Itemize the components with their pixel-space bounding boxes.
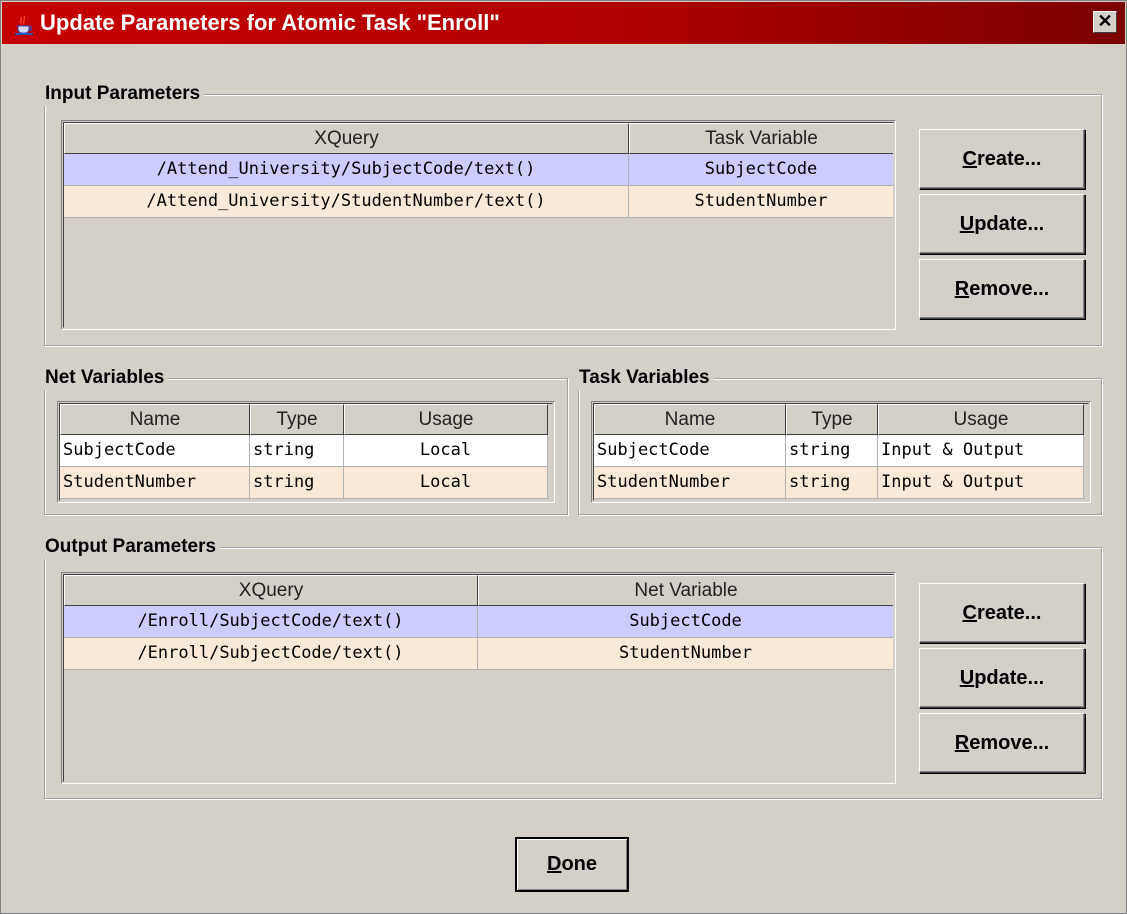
input-create-button[interactable]: Create... [919, 129, 1085, 189]
dialog-window: Update Parameters for Atomic Task "Enrol… [0, 0, 1127, 914]
table-cell[interactable]: StudentNumber [60, 467, 250, 499]
title-bar[interactable]: Update Parameters for Atomic Task "Enrol… [2, 2, 1125, 44]
input-parameters-table[interactable]: XQuery Task Variable /Attend_University/… [61, 120, 896, 330]
table-cell[interactable]: Local [344, 467, 548, 499]
column-header-xquery[interactable]: XQuery [64, 575, 478, 606]
table-cell[interactable]: SubjectCode [594, 435, 786, 467]
table-cell[interactable]: Input & Output [878, 435, 1084, 467]
table-cell[interactable]: StudentNumber [629, 186, 893, 218]
done-button[interactable]: Done [515, 837, 629, 892]
input-parameters-title: Input Parameters [43, 82, 205, 106]
table-cell[interactable]: StudentNumber [478, 638, 893, 670]
task-variables-title: Task Variables [577, 366, 714, 390]
table-cell[interactable]: SubjectCode [629, 154, 893, 186]
table-cell[interactable]: string [250, 467, 344, 499]
column-header-type[interactable]: Type [250, 404, 344, 435]
input-parameters-group: Input Parameters XQuery Task Variable /A… [43, 82, 1102, 346]
column-header-net-variable[interactable]: Net Variable [478, 575, 893, 606]
output-create-button[interactable]: Create... [919, 583, 1085, 643]
column-header-name[interactable]: Name [594, 404, 786, 435]
output-update-button[interactable]: Update... [919, 648, 1085, 708]
table-cell[interactable]: /Enroll/SubjectCode/text() [64, 606, 478, 638]
close-icon: ✕ [1097, 11, 1113, 31]
column-header-type[interactable]: Type [786, 404, 878, 435]
net-variables-title: Net Variables [43, 366, 169, 390]
net-variables-table[interactable]: Name Type Usage SubjectCode string Local… [57, 401, 555, 503]
close-button[interactable]: ✕ [1093, 11, 1117, 33]
column-header-usage[interactable]: Usage [344, 404, 548, 435]
window-title: Update Parameters for Atomic Task "Enrol… [40, 10, 500, 35]
column-header-xquery[interactable]: XQuery [64, 123, 629, 154]
output-parameters-group: Output Parameters XQuery Net Variable /E… [43, 535, 1102, 799]
table-cell[interactable]: StudentNumber [594, 467, 786, 499]
output-remove-button[interactable]: Remove... [919, 713, 1085, 773]
input-update-button[interactable]: Update... [919, 194, 1085, 254]
table-cell[interactable]: SubjectCode [478, 606, 893, 638]
java-coffee-icon [15, 15, 33, 35]
table-cell[interactable]: string [786, 467, 878, 499]
column-header-usage[interactable]: Usage [878, 404, 1084, 435]
table-cell[interactable]: SubjectCode [60, 435, 250, 467]
output-parameters-table[interactable]: XQuery Net Variable /Enroll/SubjectCode/… [61, 572, 896, 784]
net-variables-group: Net Variables Name Type Usage SubjectCod… [43, 366, 568, 515]
table-cell[interactable]: /Attend_University/StudentNumber/text() [64, 186, 629, 218]
table-cell[interactable]: string [250, 435, 344, 467]
table-cell[interactable]: Input & Output [878, 467, 1084, 499]
task-variables-table[interactable]: Name Type Usage SubjectCode string Input… [591, 401, 1091, 503]
table-cell[interactable]: Local [344, 435, 548, 467]
column-header-name[interactable]: Name [60, 404, 250, 435]
table-cell[interactable]: /Attend_University/SubjectCode/text() [64, 154, 629, 186]
input-remove-button[interactable]: Remove... [919, 259, 1085, 319]
task-variables-group: Task Variables Name Type Usage SubjectCo… [577, 366, 1102, 515]
output-parameters-title: Output Parameters [43, 535, 221, 559]
table-cell[interactable]: string [786, 435, 878, 467]
column-header-task-variable[interactable]: Task Variable [629, 123, 893, 154]
table-cell[interactable]: /Enroll/SubjectCode/text() [64, 638, 478, 670]
